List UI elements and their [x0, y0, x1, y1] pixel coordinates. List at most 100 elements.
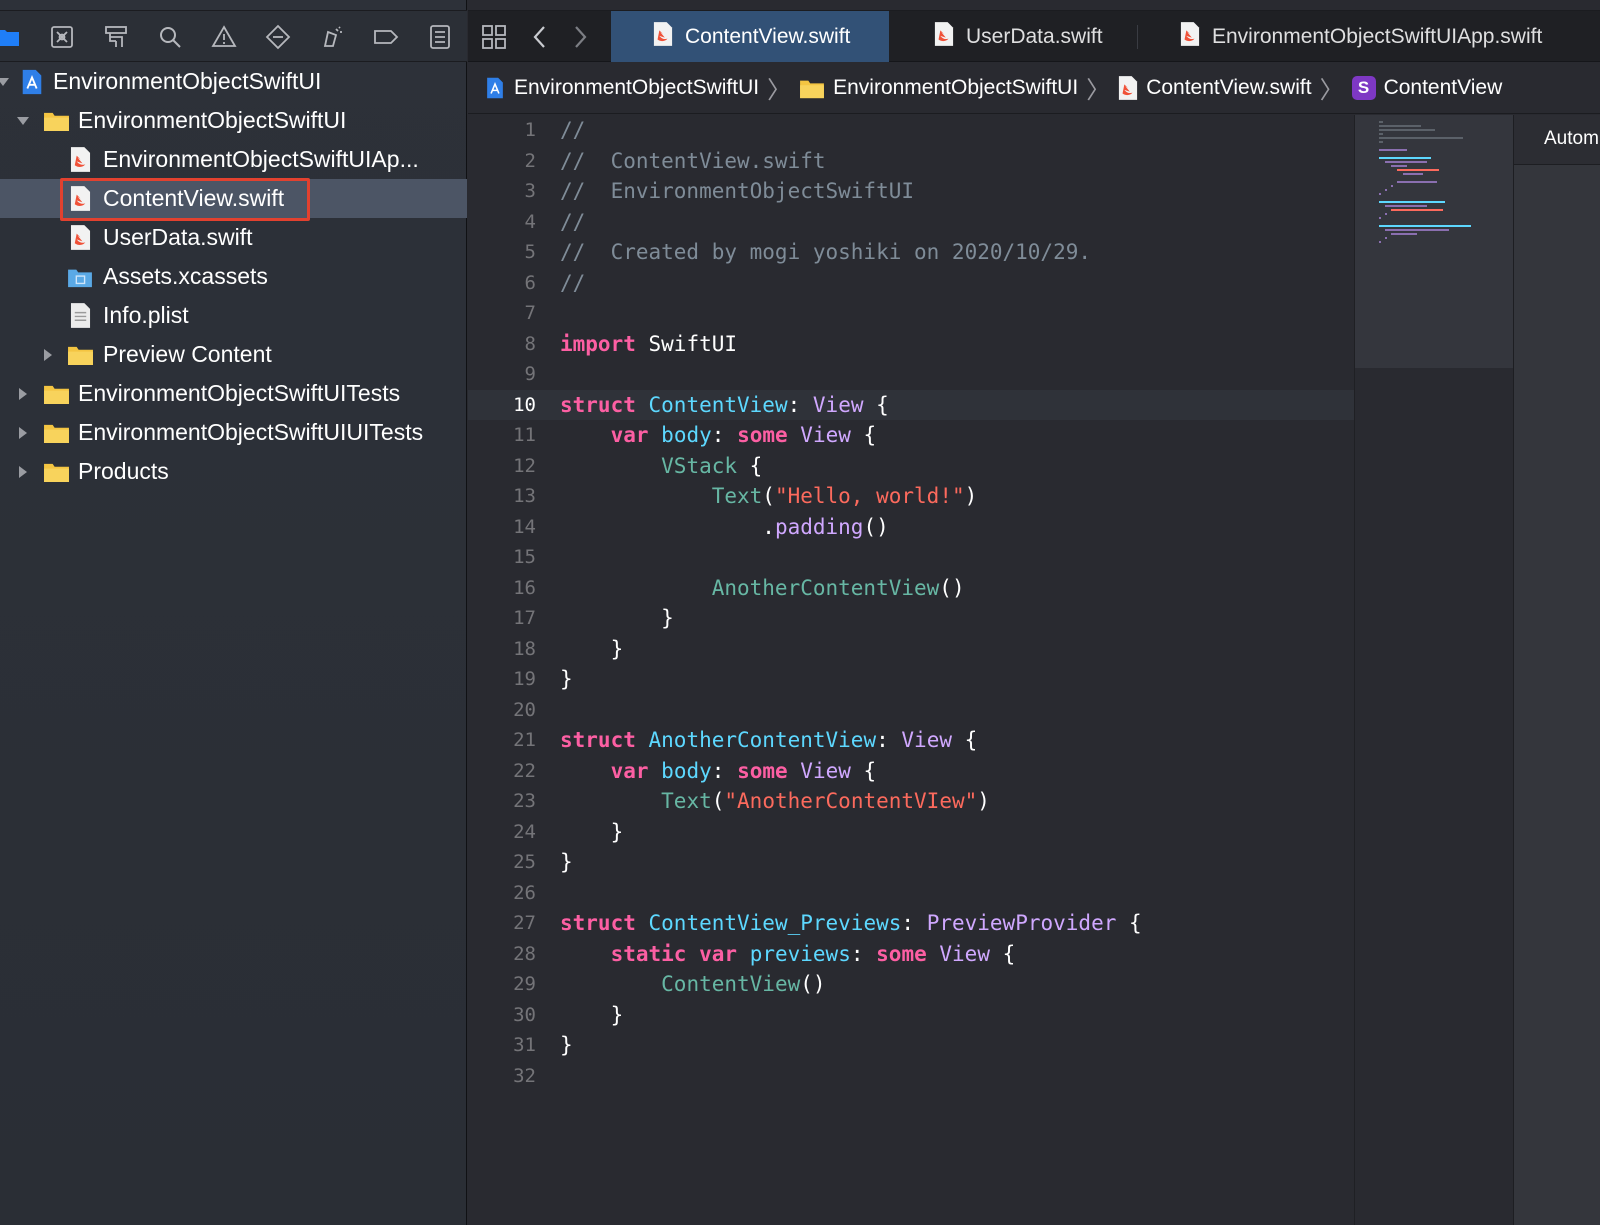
line-number: 23	[513, 790, 536, 812]
code-line[interactable]: // EnvironmentObjectSwiftUI	[560, 176, 914, 206]
minimap-line	[1379, 201, 1445, 203]
chevron-down-icon[interactable]	[14, 112, 32, 130]
code-line[interactable]: }	[560, 664, 573, 694]
code-line[interactable]: }	[560, 1030, 573, 1060]
line-number: 22	[513, 759, 536, 782]
code-line[interactable]: }	[560, 603, 674, 633]
jump-bar: EnvironmentObjectSwiftUI 〉 EnvironmentOb…	[468, 62, 1600, 114]
minimap-line	[1379, 137, 1463, 139]
code-line[interactable]: AnotherContentView()	[560, 573, 965, 603]
code-line[interactable]: .padding()	[560, 512, 888, 542]
chevron-right-icon: 〉	[767, 77, 792, 104]
swift-file-icon	[1180, 21, 1200, 53]
tree-item-group[interactable]: EnvironmentObjectSwiftUITests	[0, 374, 467, 413]
code-line[interactable]: var body: some View {	[560, 756, 877, 786]
minimap-line	[1385, 161, 1427, 163]
line-number: 14	[513, 515, 536, 538]
line-number: 27	[513, 912, 536, 934]
folder-icon[interactable]	[0, 21, 24, 53]
tree-item-group[interactable]: EnvironmentObjectSwiftUI	[0, 101, 467, 140]
code-line[interactable]: struct ContentView: View {	[560, 390, 889, 420]
code-line[interactable]: // ContentView.swift	[560, 146, 826, 176]
find-icon[interactable]	[154, 21, 186, 53]
breakpoint-icon[interactable]	[370, 21, 402, 53]
code-line[interactable]: var body: some View {	[560, 420, 877, 450]
chevron-right-icon[interactable]	[14, 463, 32, 481]
chevron-right-icon[interactable]	[14, 424, 32, 442]
breadcrumb-group[interactable]: EnvironmentObjectSwiftUI	[799, 76, 1078, 100]
struct-badge: S	[1351, 75, 1376, 100]
minimap-line	[1379, 241, 1381, 243]
tree-item-file[interactable]: UserData.swift	[0, 218, 467, 257]
tree-item-label: EnvironmentObjectSwiftUI	[53, 68, 322, 94]
tree-item-label: EnvironmentObjectSwiftUITests	[78, 380, 401, 406]
canvas-panel: Autom	[1513, 115, 1600, 1225]
code-line[interactable]: // Created by mogi yoshiki on 2020/10/29…	[560, 237, 1091, 267]
tab-userdata[interactable]: UserData.swift	[889, 11, 1129, 62]
line-number: 32	[513, 1064, 536, 1087]
code-line[interactable]: //	[560, 268, 585, 298]
code-line[interactable]: struct AnotherContentView: View {	[560, 725, 977, 755]
minimap-line	[1391, 209, 1443, 211]
source-editor[interactable]: 1 2 3 4 5 6 7 8 9 10 11 12 13 14 15 16 17 18 19 20 21 22 23 24 2…	[468, 115, 1354, 1225]
tab-app[interactable]: EnvironmentObjectSwiftUIApp.swift	[1138, 11, 1600, 62]
folder-icon	[42, 418, 70, 448]
code-line[interactable]: }	[560, 847, 573, 877]
grid-icon[interactable]	[478, 21, 510, 53]
code-line[interactable]: //	[560, 207, 585, 237]
navigator-toolbar	[0, 10, 467, 62]
test-icon[interactable]	[262, 21, 294, 53]
tree-item-label: Preview Content	[103, 341, 272, 367]
code-line[interactable]: VStack {	[560, 451, 762, 481]
tree-item-file[interactable]: EnvironmentObjectSwiftUIAp...	[0, 140, 467, 179]
line-number: 24	[513, 820, 536, 843]
line-number: 31	[513, 1034, 536, 1056]
tree-item-project[interactable]: EnvironmentObjectSwiftUI	[0, 62, 467, 101]
minimap-line	[1385, 229, 1449, 231]
minimap-line	[1379, 149, 1407, 151]
swift-file-icon	[653, 21, 673, 53]
line-number: 12	[513, 454, 536, 477]
debug-icon[interactable]	[316, 21, 348, 53]
line-number: 25	[513, 851, 536, 873]
report-icon[interactable]	[424, 21, 456, 53]
minimap[interactable]	[1354, 115, 1513, 1225]
code-line[interactable]: Text("AnotherContentVIew")	[560, 786, 990, 816]
tree-item-group[interactable]: Products	[0, 452, 467, 491]
code-line[interactable]: import SwiftUI	[560, 329, 737, 359]
code-line[interactable]: //	[560, 115, 585, 145]
forward-arrow-icon[interactable]	[564, 21, 596, 53]
code-line[interactable]: }	[560, 817, 624, 847]
chevron-right-icon[interactable]	[14, 385, 32, 403]
code-line[interactable]: ContentView()	[560, 969, 825, 999]
tree-item-group[interactable]: Preview Content	[0, 335, 467, 374]
source-control-icon[interactable]	[46, 21, 78, 53]
minimap-line	[1379, 141, 1383, 143]
chevron-right-icon[interactable]	[39, 346, 57, 364]
editor-tab-bar: ContentView.swift UserData.swift Environ…	[468, 10, 1600, 62]
tree-item-group[interactable]: EnvironmentObjectSwiftUIUITests	[0, 413, 467, 452]
line-number: 8	[524, 332, 536, 355]
line-number: 15	[513, 546, 536, 568]
breadcrumb-file[interactable]: ContentView.swift	[1118, 75, 1312, 101]
tab-contentview[interactable]: ContentView.swift	[611, 11, 889, 62]
tab-label: EnvironmentObjectSwiftUIApp.swift	[1212, 24, 1543, 48]
code-line[interactable]: }	[560, 634, 624, 664]
selection-highlight-box	[60, 178, 310, 221]
breadcrumb-symbol[interactable]: S ContentView	[1351, 75, 1502, 100]
code-line[interactable]: struct ContentView_Previews: PreviewProv…	[560, 908, 1142, 938]
code-line[interactable]: static var previews: some View {	[560, 939, 1016, 969]
tree-item-assets[interactable]: Assets.xcassets	[0, 257, 467, 296]
issue-icon[interactable]	[208, 21, 240, 53]
tree-item-label: Products	[78, 458, 169, 484]
chevron-down-icon[interactable]	[0, 73, 12, 91]
back-arrow-icon[interactable]	[524, 21, 556, 53]
tree-item-plist[interactable]: Info.plist	[0, 296, 467, 335]
project-icon	[18, 67, 46, 97]
breadcrumb-project[interactable]: EnvironmentObjectSwiftUI	[484, 76, 759, 100]
symbol-icon[interactable]	[100, 21, 132, 53]
code-line[interactable]: Text("Hello, world!")	[560, 481, 978, 511]
line-number: 5	[524, 241, 536, 263]
line-number: 1	[524, 119, 536, 141]
code-line[interactable]: }	[560, 1000, 624, 1030]
